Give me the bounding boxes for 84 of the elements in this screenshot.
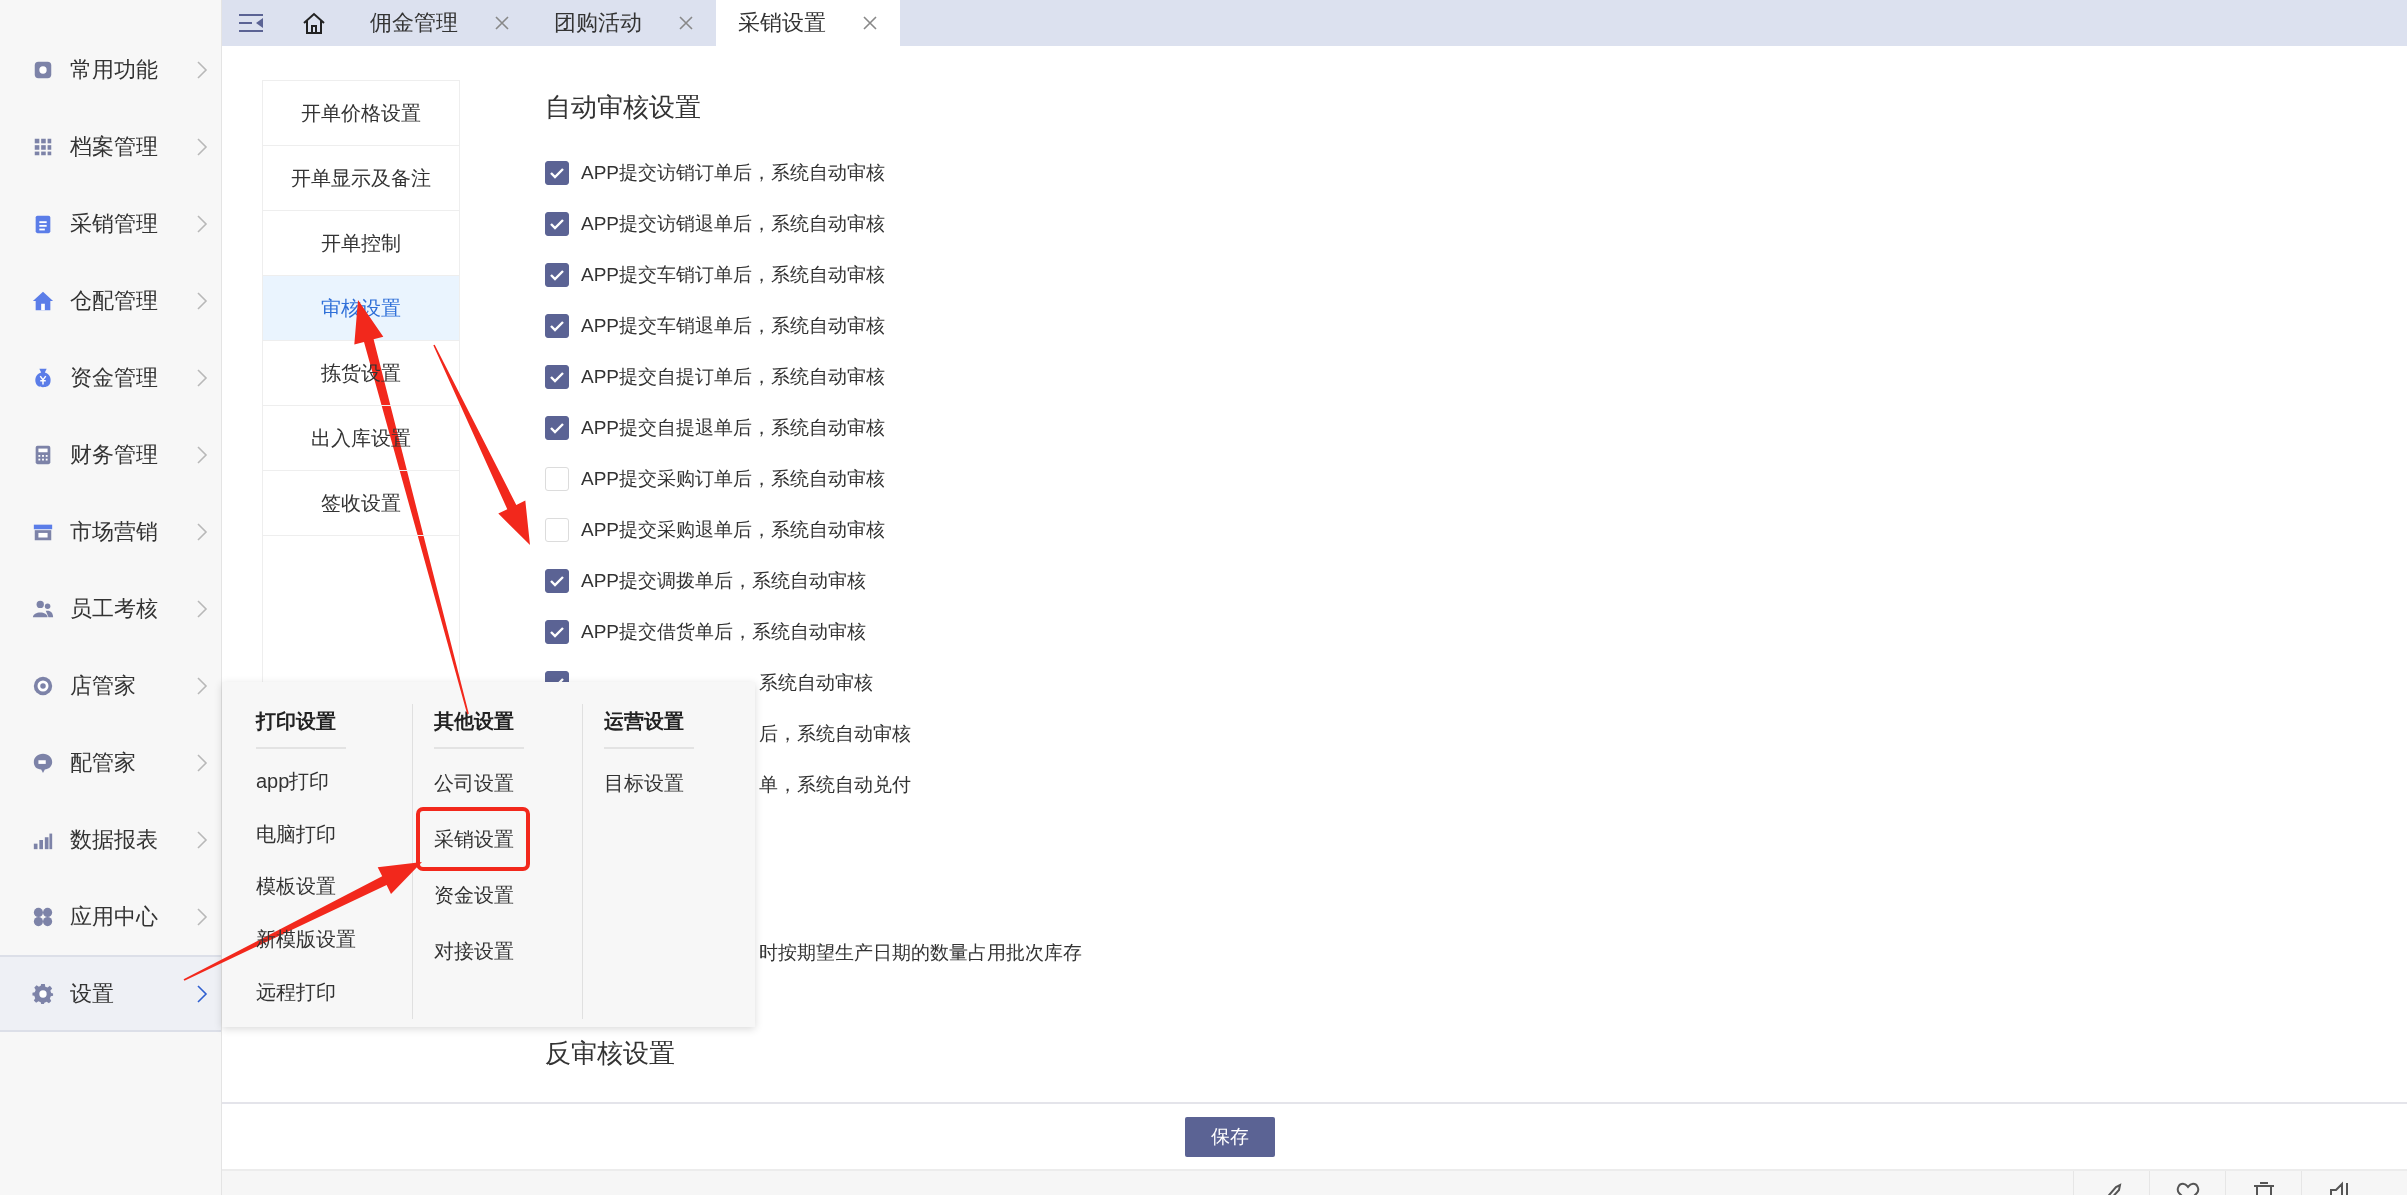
money-bag-icon	[32, 366, 54, 389]
sidebar-item[interactable]: 应用中心	[0, 878, 221, 955]
checkbox[interactable]	[545, 415, 569, 440]
checkmark-icon	[549, 625, 565, 638]
sidebar-item[interactable]: 店管家	[0, 647, 221, 724]
option-label: 单，系统自动兑付	[759, 772, 911, 797]
chevron-right-icon	[196, 444, 208, 465]
checkmark-icon	[549, 370, 565, 383]
sidebar-item[interactable]: 配管家	[0, 724, 221, 801]
option-label: APP提交调拨单后，系统自动审核	[581, 568, 867, 593]
chevron-right-icon	[196, 983, 208, 1004]
menu-item[interactable]: 远程打印	[256, 966, 392, 1019]
gear-icon	[32, 982, 54, 1005]
option-label: APP提交采购退单后，系统自动审核	[581, 517, 886, 542]
checkmark-icon	[549, 166, 565, 179]
menu-item[interactable]: 对接设置	[434, 923, 562, 979]
close-icon[interactable]	[862, 15, 878, 31]
sidebar-item[interactable]: 常用功能	[0, 31, 221, 108]
chevron-right-icon	[196, 213, 208, 234]
checkbox[interactable]	[545, 313, 569, 338]
chevron-right-icon	[196, 59, 208, 80]
menu-heading: 运营设置	[604, 704, 694, 749]
option-label: APP提交自提退单后，系统自动审核	[581, 415, 886, 440]
menu-item[interactable]: 模板设置	[256, 860, 392, 914]
chevron-right-icon	[196, 136, 208, 157]
option-label: 时按期望生产日期的数量占用批次库存	[758, 941, 1082, 965]
chevron-right-icon	[196, 367, 208, 388]
option-label: APP提交借货单后，系统自动审核	[581, 619, 867, 644]
sidebar-item[interactable]: 员工考核	[0, 570, 221, 647]
option-label: APP提交车销退单后，系统自动审核	[581, 313, 886, 338]
chevron-right-icon	[196, 906, 208, 927]
option-label: APP提交自提订单后，系统自动审核	[581, 364, 886, 389]
close-icon[interactable]	[678, 15, 694, 31]
option-label: 后，系统自动审核	[759, 721, 911, 746]
section-title: 自动审核设置	[545, 91, 702, 124]
chevron-right-icon	[196, 598, 208, 619]
menu-item[interactable]: 目标设置	[604, 755, 694, 811]
checkmark-icon	[549, 319, 565, 332]
close-icon[interactable]	[494, 15, 510, 31]
tab[interactable]: 团购活动	[532, 0, 716, 46]
option-label: APP提交车销订单后，系统自动审核	[581, 262, 886, 287]
menu-item[interactable]: 电脑打印	[256, 807, 392, 861]
sidebar-item[interactable]: 采销管理	[0, 185, 221, 262]
sidebar-item[interactable]: 资金管理	[0, 339, 221, 416]
chevron-right-icon	[196, 829, 208, 850]
checkbox[interactable]	[545, 364, 569, 389]
checkbox[interactable]	[545, 568, 569, 593]
menu-item[interactable]: 资金设置	[434, 867, 562, 923]
section-title: 反审核设置	[545, 1037, 676, 1070]
chevron-right-icon	[196, 675, 208, 696]
menu-item[interactable]: 公司设置	[434, 755, 562, 811]
checkmark-icon	[549, 217, 565, 230]
home-icon[interactable]	[302, 12, 326, 34]
checkmark-icon	[549, 574, 565, 587]
chevron-right-icon	[196, 290, 208, 311]
sidebar-item[interactable]: 财务管理	[0, 416, 221, 493]
four-dots-icon	[32, 905, 54, 928]
chat-bubble-icon	[32, 751, 54, 774]
sidebar-item[interactable]: 数据报表	[0, 801, 221, 878]
option-label: APP提交访销订单后，系统自动审核	[581, 160, 886, 185]
sidebar-item[interactable]: 仓配管理	[0, 262, 221, 339]
menu-collapse-icon[interactable]	[238, 13, 264, 33]
chevron-right-icon	[196, 752, 208, 773]
checkbox[interactable]	[545, 619, 569, 644]
option-label: APP提交访销退单后，系统自动审核	[581, 211, 886, 236]
house-icon	[32, 289, 54, 312]
checkbox[interactable]	[545, 211, 569, 236]
sidebar-item[interactable]: 市场营销	[0, 493, 221, 570]
option-label: 系统自动审核	[758, 670, 873, 695]
menu-item[interactable]: app打印	[256, 755, 392, 808]
settings-nav-item[interactable]: 开单显示及备注	[263, 146, 459, 211]
option-label: APP提交采购订单后，系统自动审核	[581, 466, 886, 491]
tab[interactable]: 采销设置	[716, 0, 900, 46]
sidebar-item[interactable]: 设置	[0, 955, 221, 1032]
tab[interactable]: 佣金管理	[348, 0, 532, 46]
checkbox[interactable]	[545, 160, 569, 185]
sidebar-item[interactable]: 档案管理	[0, 108, 221, 185]
checkmark-icon	[549, 421, 565, 434]
save-button[interactable]: 保存	[1184, 1116, 1275, 1157]
checkmark-icon	[549, 268, 565, 281]
chevron-right-icon	[196, 521, 208, 542]
checkbox[interactable]	[545, 262, 569, 287]
menu-heading: 打印设置	[256, 704, 346, 749]
settings-nav-item[interactable]: 开单价格设置	[263, 81, 459, 146]
